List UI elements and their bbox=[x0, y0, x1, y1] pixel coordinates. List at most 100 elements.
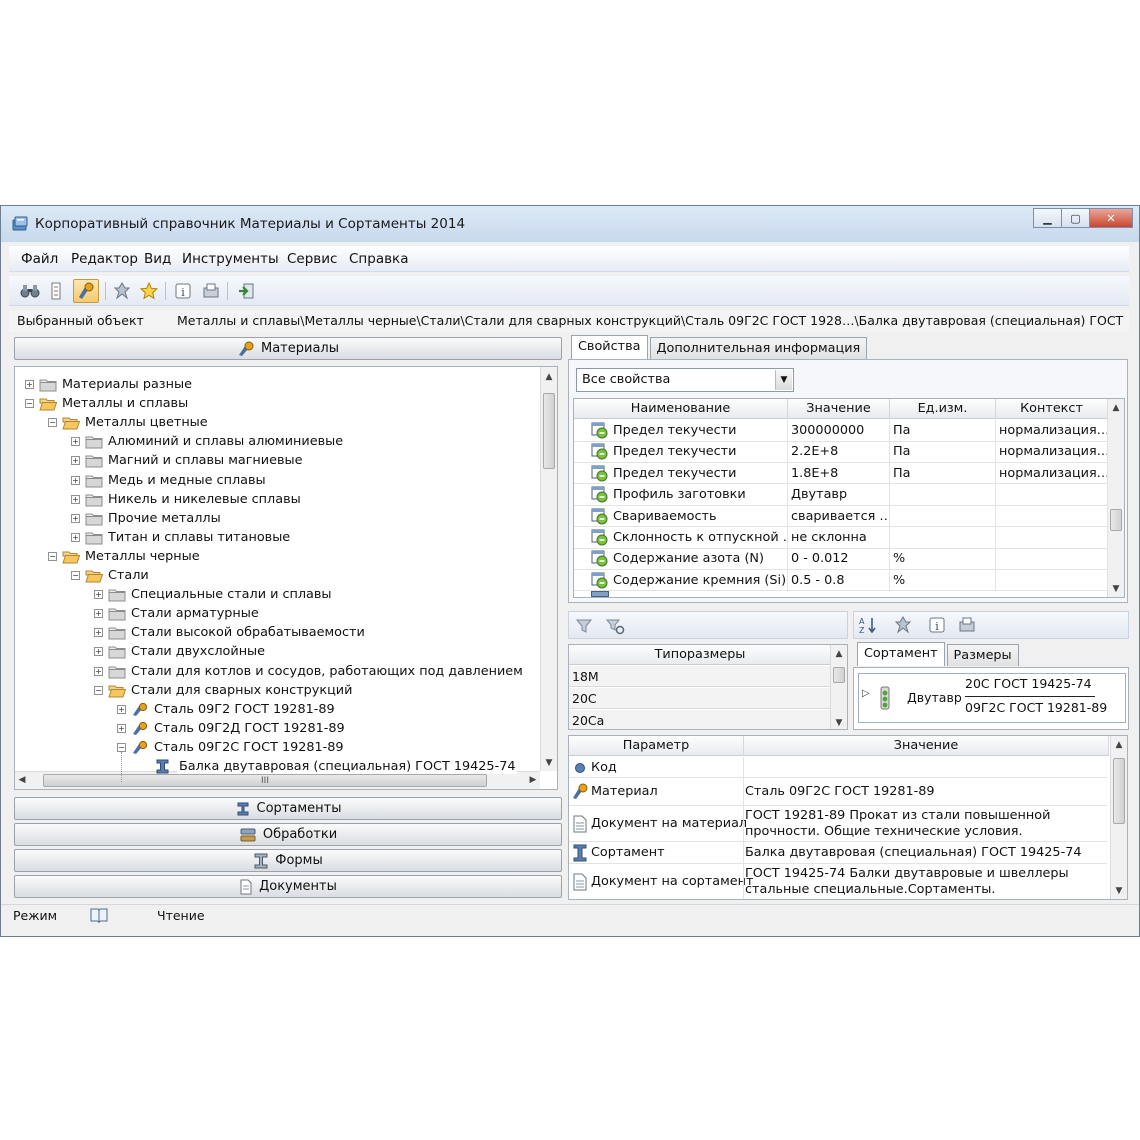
scroll-down-icon[interactable]: ▼ bbox=[1111, 886, 1127, 896]
collapse-toggle-icon[interactable]: − bbox=[48, 418, 57, 428]
expand-toggle-icon[interactable]: + bbox=[25, 380, 34, 389]
exit-icon[interactable] bbox=[233, 279, 259, 303]
binoculars-icon[interactable] bbox=[17, 279, 43, 303]
properties-scrollbar[interactable]: ▲ ▼ bbox=[1107, 399, 1124, 597]
tree-item[interactable]: + Стали арматурные bbox=[94, 604, 259, 623]
tree-item[interactable]: + Материалы разные bbox=[25, 375, 192, 394]
col-parameter-header[interactable]: Параметр bbox=[569, 736, 744, 756]
tree-item[interactable]: + Медь и медные сплавы bbox=[71, 471, 266, 490]
close-button[interactable]: ✕ bbox=[1089, 208, 1133, 228]
scroll-down-icon[interactable]: ▼ bbox=[831, 718, 847, 728]
params-scrollbar[interactable]: ▲ ▼ bbox=[1110, 736, 1127, 899]
tree-item[interactable]: + Сталь 09Г2Д ГОСТ 19281-89 bbox=[117, 719, 345, 738]
col-value-header[interactable]: Значение bbox=[788, 399, 890, 419]
tree-item[interactable]: Балка двутавровая (специальная) ГОСТ 194… bbox=[140, 757, 518, 776]
collapse-toggle-icon[interactable]: − bbox=[48, 551, 57, 561]
param-row[interactable]: Материал Сталь 09Г2С ГОСТ 19281-89 bbox=[569, 778, 1107, 806]
collapse-toggle-icon[interactable]: − bbox=[94, 685, 103, 695]
tree-item[interactable]: + Титан и сплавы титановые bbox=[71, 528, 290, 547]
typesize-row[interactable]: 18M bbox=[569, 666, 831, 687]
menu-tools[interactable]: Инструменты bbox=[182, 251, 279, 267]
sort-az-icon[interactable]: AZ bbox=[858, 616, 878, 634]
tree-item[interactable]: + Магний и сплавы магниевые bbox=[71, 451, 303, 470]
tree-scroll-thumb[interactable] bbox=[543, 393, 555, 469]
col-unit-header[interactable]: Ед.изм. bbox=[890, 399, 996, 419]
scroll-right-icon[interactable]: ▶ bbox=[526, 775, 540, 785]
pin-icon[interactable] bbox=[894, 616, 912, 634]
scroll-left-icon[interactable]: ◀ bbox=[15, 775, 29, 785]
sortament-item[interactable]: ▷ Двутавр 20С ГОСТ 19425-74 09Г2С ГОСТ 1… bbox=[858, 673, 1126, 723]
menu-editor[interactable]: Редактор bbox=[71, 251, 138, 267]
filter-icon[interactable] bbox=[575, 617, 593, 635]
typesizes-scrollbar[interactable]: ▲ ▼ bbox=[830, 645, 847, 729]
tree-item[interactable]: + Никель и никелевые сплавы bbox=[71, 490, 301, 509]
tree-item[interactable]: − Стали bbox=[71, 566, 149, 585]
tree-item[interactable]: + Прочие металлы bbox=[71, 509, 221, 528]
property-row[interactable]: Предел текучести 300000000 Па нормализация… bbox=[574, 420, 1108, 442]
property-row[interactable]: Предел текучести 2.2E+8 Па нормализация… bbox=[574, 441, 1108, 463]
expand-toggle-icon[interactable]: + bbox=[94, 666, 103, 676]
expand-toggle-icon[interactable]: + bbox=[71, 475, 80, 485]
expand-toggle-icon[interactable]: + bbox=[71, 532, 80, 542]
tree-item[interactable]: − Металлы и сплавы bbox=[25, 394, 188, 413]
tree-item[interactable]: + Стали двухслойные bbox=[94, 642, 265, 661]
title-bar[interactable]: Корпоративный справочник Материалы и Сор… bbox=[1, 206, 1139, 242]
menu-view[interactable]: Вид bbox=[144, 251, 171, 267]
tree-item[interactable]: + Стали для котлов и сосудов, работающих … bbox=[94, 662, 523, 681]
tree-item[interactable]: − Стали для сварных конструкций bbox=[94, 681, 352, 700]
collapse-toggle-icon[interactable]: − bbox=[71, 571, 80, 580]
tree-item[interactable]: − Металлы черные bbox=[48, 547, 200, 566]
property-row[interactable]: Содержание азота (N) 0 - 0.012% bbox=[574, 548, 1108, 570]
processing-header[interactable]: Обработки bbox=[14, 823, 562, 846]
scroll-up-icon[interactable]: ▲ bbox=[1111, 740, 1127, 750]
params-scroll-thumb[interactable] bbox=[1113, 758, 1125, 824]
selected-object-path[interactable]: Металлы и сплавы\Металлы черные\Стали\Ст… bbox=[175, 311, 1125, 331]
expand-toggle-icon[interactable]: + bbox=[94, 590, 103, 600]
maximize-button[interactable]: ▢ bbox=[1061, 208, 1089, 228]
param-row[interactable]: Документ на материал ГОСТ 19281-89 Прокат… bbox=[569, 806, 1107, 842]
documents-header[interactable]: Документы bbox=[14, 875, 562, 898]
property-row[interactable]: Свариваемость сваривается … bbox=[574, 505, 1108, 528]
report-icon[interactable] bbox=[198, 279, 224, 303]
star-icon[interactable] bbox=[136, 279, 162, 303]
tab-additional-info[interactable]: Дополнительная информация bbox=[649, 337, 868, 359]
forms-header[interactable]: Формы bbox=[14, 849, 562, 872]
typesizes-column-header[interactable]: Типоразмеры bbox=[569, 645, 831, 665]
expand-toggle-icon[interactable]: + bbox=[94, 628, 103, 638]
properties-filter-select[interactable]: Все свойства ▼ bbox=[576, 368, 794, 392]
scroll-up-icon[interactable]: ▲ bbox=[831, 649, 847, 659]
expand-toggle-icon[interactable]: + bbox=[94, 647, 103, 657]
materials-icon[interactable] bbox=[73, 279, 99, 303]
tree-item[interactable]: + Стали высокой обрабатываемости bbox=[94, 623, 365, 642]
typesize-row[interactable]: 20C bbox=[569, 688, 831, 709]
tab-properties[interactable]: Свойства bbox=[571, 335, 648, 359]
expand-toggle-icon[interactable]: + bbox=[94, 609, 103, 619]
col-param-value-header[interactable]: Значение bbox=[744, 736, 1109, 756]
tab-dimensions[interactable]: Размеры bbox=[946, 644, 1019, 666]
expand-toggle-icon[interactable]: + bbox=[71, 513, 80, 523]
scroll-down-icon[interactable]: ▼ bbox=[541, 758, 557, 768]
expand-toggle-icon[interactable]: + bbox=[71, 456, 80, 466]
property-row[interactable]: Склонность к отпускной … не склонна bbox=[574, 527, 1108, 549]
menu-service[interactable]: Сервис bbox=[287, 251, 337, 267]
menu-help[interactable]: Справка bbox=[349, 251, 408, 267]
typesizes-scroll-thumb[interactable] bbox=[833, 667, 845, 683]
param-row[interactable]: Код bbox=[569, 757, 1107, 778]
expand-toggle-icon[interactable]: + bbox=[117, 704, 126, 714]
info-icon[interactable]: i bbox=[170, 279, 196, 303]
expand-arrow-icon[interactable]: ▷ bbox=[862, 688, 870, 699]
scroll-up-icon[interactable]: ▲ bbox=[1108, 403, 1124, 413]
scroll-down-icon[interactable]: ▼ bbox=[1108, 584, 1124, 594]
expand-toggle-icon[interactable]: + bbox=[71, 494, 80, 504]
tree-vertical-scrollbar[interactable]: ▲ ▼ bbox=[540, 367, 557, 771]
typesize-row[interactable]: 20Ca bbox=[569, 710, 831, 729]
property-row[interactable]: Профиль заготовки Двутавр bbox=[574, 484, 1108, 506]
scroll-up-icon[interactable]: ▲ bbox=[541, 372, 557, 382]
expand-toggle-icon[interactable]: + bbox=[71, 437, 80, 447]
collapse-toggle-icon[interactable]: − bbox=[117, 742, 126, 752]
tree-item[interactable]: + Специальные стали и сплавы bbox=[94, 585, 332, 604]
materials-header[interactable]: Материалы bbox=[14, 337, 562, 360]
menu-file[interactable]: Файл bbox=[21, 251, 58, 267]
tree-item[interactable]: + Сталь 09Г2 ГОСТ 19281-89 bbox=[117, 700, 335, 719]
tree-item[interactable]: − Сталь 09Г2С ГОСТ 19281-89 bbox=[117, 738, 344, 757]
